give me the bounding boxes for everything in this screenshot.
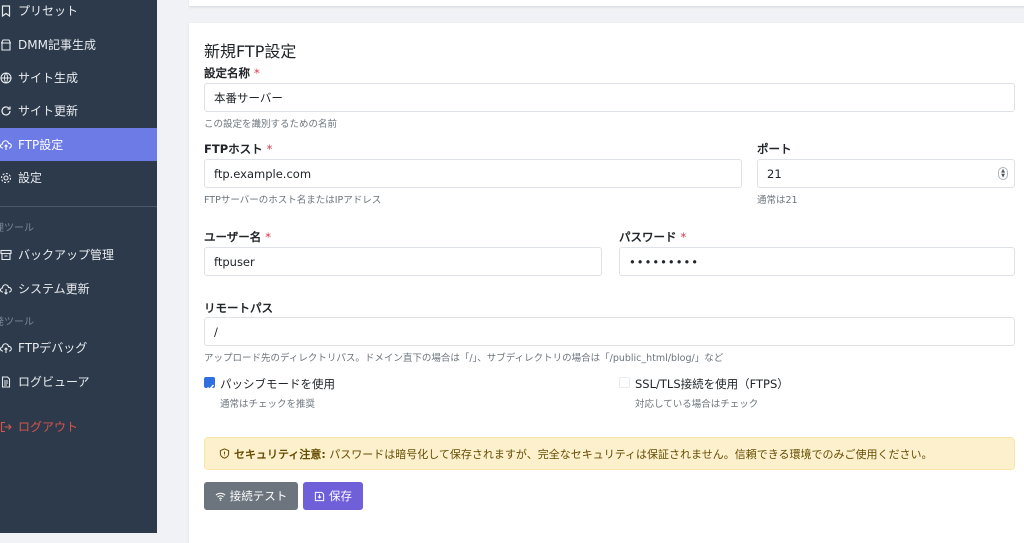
store-icon (0, 38, 12, 51)
sidebar-section-label: 理ツール (0, 223, 34, 234)
cloud-debug-icon (0, 342, 12, 354)
sidebar-item-label: 設定 (18, 171, 43, 185)
sidebar-item-label: バックアップ管理 (18, 248, 115, 262)
gear-icon (0, 172, 12, 184)
file-text-icon (0, 375, 12, 388)
sidebar-divider (0, 206, 157, 207)
globe-icon (0, 71, 12, 84)
sidebar-item-label: FTP設定 (18, 138, 64, 152)
sidebar-item-ftp-settings[interactable]: FTP設定 (0, 128, 157, 161)
sidebar-item-label: FTPデバッグ (18, 341, 88, 355)
bookmark-icon (0, 4, 12, 17)
cloud-upload-icon (0, 139, 12, 151)
port-help: 通常は21 (757, 195, 798, 206)
sidebar-item-label: DMM記事生成 (18, 38, 96, 52)
save-icon (314, 491, 325, 501)
ssl-help: 対応している場合はチェック (635, 399, 759, 410)
remote-path-help: アップロード先のディレクトリパス。ドメイン直下の場合は「/」、サブディレクトリの… (204, 353, 724, 364)
password-input[interactable]: ••••••••• (619, 247, 1015, 276)
port-value: 21 (767, 166, 782, 181)
sidebar-item-site-update[interactable]: サイト更新 (0, 94, 157, 127)
sidebar-item-system-update[interactable]: システム更新 (0, 272, 157, 305)
ftp-host-label: FTPホスト * (204, 142, 273, 156)
archive-icon (0, 249, 12, 261)
port-label: ポート (757, 142, 792, 156)
sidebar-item-ftp-debug[interactable]: FTPデバッグ (0, 331, 157, 364)
setting-name-label: 設定名称 * (204, 66, 260, 80)
sidebar: プリセット DMM記事生成 サイト生成 サイト更新 FTP設定 設定 理ツール … (0, 0, 157, 533)
sidebar-item-dmm[interactable]: DMM記事生成 (0, 28, 157, 61)
wifi-icon (215, 492, 226, 501)
username-input[interactable]: ftpuser (204, 247, 602, 276)
page-title: 新規FTP設定 (204, 42, 297, 61)
sidebar-item-label: ログビューア (18, 375, 90, 389)
port-stepper[interactable]: ▲ ▼ (998, 167, 1008, 180)
cloud-download-icon (0, 283, 12, 295)
sidebar-item-label: サイト更新 (18, 104, 79, 118)
remote-path-label: リモートパス (204, 301, 273, 315)
setting-name-input[interactable]: 本番サーバー (204, 83, 1015, 112)
ssl-checkbox[interactable] (619, 377, 630, 388)
username-label: ユーザー名 * (204, 230, 272, 244)
previous-card-edge (189, 0, 1024, 7)
setting-name-help: この設定を識別するための名前 (204, 119, 338, 130)
ftp-host-input[interactable]: ftp.example.com (204, 159, 742, 188)
password-label: パスワード * (619, 230, 687, 244)
remote-path-input[interactable]: / (204, 317, 1015, 346)
logout-icon (0, 421, 12, 433)
sidebar-item-backup[interactable]: バックアップ管理 (0, 238, 157, 271)
passive-mode-label[interactable]: パッシブモードを使用 (220, 376, 335, 392)
alert-title: セキュリティ注意: (234, 447, 326, 461)
security-alert: セキュリティ注意: パスワードは暗号化して保存されますが、完全なセキュリティは保… (204, 437, 1015, 470)
port-input[interactable]: 21 ▲ ▼ (757, 159, 1015, 188)
ftp-host-help: FTPサーバーのホスト名またはIPアドレス (204, 195, 382, 206)
passive-mode-checkbox[interactable] (204, 377, 215, 391)
connection-test-button[interactable]: 接続テスト (204, 482, 298, 510)
shield-icon (219, 448, 230, 459)
connection-test-label: 接続テスト (229, 489, 288, 503)
check-icon (206, 384, 215, 391)
ssl-label[interactable]: SSL/TLS接続を使用（FTPS） (635, 376, 789, 392)
sidebar-item-site-generate[interactable]: サイト生成 (0, 61, 157, 94)
sidebar-item-label: システム更新 (18, 282, 90, 296)
passive-mode-help: 通常はチェックを推奨 (220, 399, 316, 410)
sidebar-item-label: サイト生成 (18, 71, 79, 85)
sidebar-item-logout[interactable]: ログアウト (0, 410, 157, 443)
sidebar-item-log-viewer[interactable]: ログビューア (0, 365, 157, 398)
sidebar-item-presets[interactable]: プリセット (0, 0, 157, 27)
save-button[interactable]: 保存 (303, 482, 363, 510)
alert-text: パスワードは暗号化して保存されますが、完全なセキュリティは保証されません。信頼で… (329, 447, 933, 461)
refresh-icon (0, 105, 12, 117)
sidebar-item-settings[interactable]: 設定 (0, 161, 157, 194)
save-label: 保存 (329, 489, 352, 503)
sidebar-section-label: 発ツール (0, 317, 34, 328)
sidebar-item-label: ログアウト (18, 420, 79, 434)
sidebar-item-label: プリセット (18, 4, 79, 18)
